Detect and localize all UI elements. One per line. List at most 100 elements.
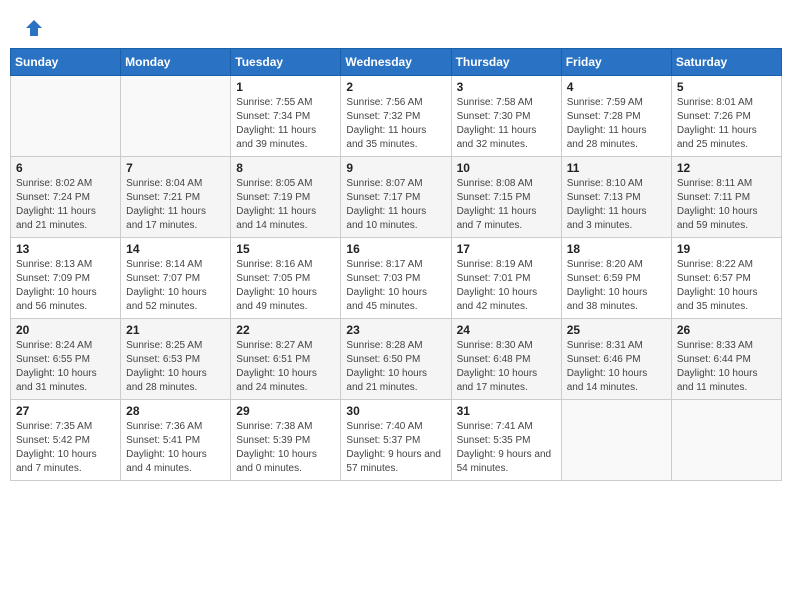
day-number: 31 — [457, 404, 556, 418]
calendar-cell: 17Sunrise: 8:19 AMSunset: 7:01 PMDayligh… — [451, 238, 561, 319]
day-number: 26 — [677, 323, 776, 337]
day-info: Sunrise: 8:17 AMSunset: 7:03 PMDaylight:… — [346, 258, 445, 314]
calendar-cell: 9 Sunrise: 8:07 AMSunset: 7:17 PMDaylight… — [341, 157, 451, 238]
calendar-cell: 23Sunrise: 8:28 AMSunset: 6:50 PMDayligh… — [341, 319, 451, 400]
day-number: 27 — [16, 404, 115, 418]
calendar-cell — [671, 400, 781, 481]
day-header-tuesday: Tuesday — [231, 49, 341, 76]
day-number: 22 — [236, 323, 335, 337]
day-number: 11 — [567, 161, 666, 175]
day-info: Sunrise: 7:56 AMSunset: 7:32 PMDaylight:… — [346, 96, 445, 152]
day-info: Sunrise: 8:31 AMSunset: 6:46 PMDaylight:… — [567, 339, 666, 395]
day-number: 14 — [126, 242, 225, 256]
calendar-cell: 19Sunrise: 8:22 AMSunset: 6:57 PMDayligh… — [671, 238, 781, 319]
day-number: 7 — [126, 161, 225, 175]
day-info: Sunrise: 8:07 AMSunset: 7:17 PMDaylight:… — [346, 177, 445, 233]
day-number: 28 — [126, 404, 225, 418]
calendar-cell: 18Sunrise: 8:20 AMSunset: 6:59 PMDayligh… — [561, 238, 671, 319]
calendar-cell: 3 Sunrise: 7:58 AMSunset: 7:30 PMDaylight… — [451, 76, 561, 157]
day-number: 23 — [346, 323, 445, 337]
day-info: Sunrise: 8:14 AMSunset: 7:07 PMDaylight:… — [126, 258, 225, 314]
day-number: 24 — [457, 323, 556, 337]
calendar-cell: 6 Sunrise: 8:02 AMSunset: 7:24 PMDaylight… — [11, 157, 121, 238]
day-info: Sunrise: 8:05 AMSunset: 7:19 PMDaylight:… — [236, 177, 335, 233]
calendar-cell: 1 Sunrise: 7:55 AMSunset: 7:34 PMDaylight… — [231, 76, 341, 157]
day-info: Sunrise: 8:02 AMSunset: 7:24 PMDaylight:… — [16, 177, 115, 233]
day-info: Sunrise: 7:36 AMSunset: 5:41 PMDaylight:… — [126, 420, 225, 476]
day-info: Sunrise: 8:13 AMSunset: 7:09 PMDaylight:… — [16, 258, 115, 314]
calendar-cell — [11, 76, 121, 157]
calendar-table: SundayMondayTuesdayWednesdayThursdayFrid… — [10, 48, 782, 481]
calendar-cell: 28 Sunrise: 7:36 AMSunset: 5:41 PMDayligh… — [121, 400, 231, 481]
day-info: Sunrise: 8:08 AMSunset: 7:15 PMDaylight:… — [457, 177, 556, 233]
day-header-wednesday: Wednesday — [341, 49, 451, 76]
day-number: 3 — [457, 80, 556, 94]
day-info: Sunrise: 8:22 AMSunset: 6:57 PMDaylight:… — [677, 258, 776, 314]
calendar-cell — [561, 400, 671, 481]
calendar-cell: 27 Sunrise: 7:35 AMSunset: 5:42 PMDayligh… — [11, 400, 121, 481]
day-number: 12 — [677, 161, 776, 175]
day-number: 6 — [16, 161, 115, 175]
calendar-cell: 13 Sunrise: 8:13 AMSunset: 7:09 PMDayligh… — [11, 238, 121, 319]
logo — [20, 18, 44, 38]
day-number: 20 — [16, 323, 115, 337]
calendar-cell: 4 Sunrise: 7:59 AMSunset: 7:28 PMDaylight… — [561, 76, 671, 157]
calendar-cell: 26 Sunrise: 8:33 AMSunset: 6:44 PMDayligh… — [671, 319, 781, 400]
calendar-cell: 15 Sunrise: 8:16 AMSunset: 7:05 PMDayligh… — [231, 238, 341, 319]
calendar-cell: 10Sunrise: 8:08 AMSunset: 7:15 PMDayligh… — [451, 157, 561, 238]
calendar-cell: 21 Sunrise: 8:25 AMSunset: 6:53 PMDayligh… — [121, 319, 231, 400]
day-info: Sunrise: 7:55 AMSunset: 7:34 PMDaylight:… — [236, 96, 335, 152]
day-number: 16 — [346, 242, 445, 256]
day-info: Sunrise: 7:38 AMSunset: 5:39 PMDaylight:… — [236, 420, 335, 476]
calendar-cell: 7 Sunrise: 8:04 AMSunset: 7:21 PMDaylight… — [121, 157, 231, 238]
day-number: 4 — [567, 80, 666, 94]
calendar-cell: 16 Sunrise: 8:17 AMSunset: 7:03 PMDayligh… — [341, 238, 451, 319]
calendar-week-1: 1 Sunrise: 7:55 AMSunset: 7:34 PMDaylight… — [11, 76, 782, 157]
day-info: Sunrise: 8:33 AMSunset: 6:44 PMDaylight:… — [677, 339, 776, 395]
day-number: 29 — [236, 404, 335, 418]
day-info: Sunrise: 8:19 AMSunset: 7:01 PMDaylight:… — [457, 258, 556, 314]
calendar-week-4: 20 Sunrise: 8:24 AMSunset: 6:55 PMDayligh… — [11, 319, 782, 400]
calendar-cell: 29 Sunrise: 7:38 AMSunset: 5:39 PMDayligh… — [231, 400, 341, 481]
calendar-cell: 31 Sunrise: 7:41 AMSunset: 5:35 PMDayligh… — [451, 400, 561, 481]
calendar-week-5: 27 Sunrise: 7:35 AMSunset: 5:42 PMDayligh… — [11, 400, 782, 481]
day-info: Sunrise: 8:16 AMSunset: 7:05 PMDaylight:… — [236, 258, 335, 314]
day-header-sunday: Sunday — [11, 49, 121, 76]
day-number: 15 — [236, 242, 335, 256]
day-number: 13 — [16, 242, 115, 256]
day-info: Sunrise: 8:10 AMSunset: 7:13 PMDaylight:… — [567, 177, 666, 233]
day-header-friday: Friday — [561, 49, 671, 76]
day-info: Sunrise: 8:24 AMSunset: 6:55 PMDaylight:… — [16, 339, 115, 395]
day-number: 21 — [126, 323, 225, 337]
day-info: Sunrise: 7:59 AMSunset: 7:28 PMDaylight:… — [567, 96, 666, 152]
day-number: 1 — [236, 80, 335, 94]
calendar-cell: 22 Sunrise: 8:27 AMSunset: 6:51 PMDayligh… — [231, 319, 341, 400]
day-info: Sunrise: 8:01 AMSunset: 7:26 PMDaylight:… — [677, 96, 776, 152]
day-info: Sunrise: 8:27 AMSunset: 6:51 PMDaylight:… — [236, 339, 335, 395]
day-number: 9 — [346, 161, 445, 175]
calendar-cell: 20 Sunrise: 8:24 AMSunset: 6:55 PMDayligh… — [11, 319, 121, 400]
day-info: Sunrise: 7:41 AMSunset: 5:35 PMDaylight:… — [457, 420, 556, 476]
calendar-cell: 8 Sunrise: 8:05 AMSunset: 7:19 PMDaylight… — [231, 157, 341, 238]
day-header-thursday: Thursday — [451, 49, 561, 76]
calendar-header-row: SundayMondayTuesdayWednesdayThursdayFrid… — [11, 49, 782, 76]
day-number: 18 — [567, 242, 666, 256]
day-info: Sunrise: 7:58 AMSunset: 7:30 PMDaylight:… — [457, 96, 556, 152]
day-info: Sunrise: 8:25 AMSunset: 6:53 PMDaylight:… — [126, 339, 225, 395]
day-number: 30 — [346, 404, 445, 418]
logo-icon — [24, 18, 44, 38]
day-header-monday: Monday — [121, 49, 231, 76]
calendar-week-3: 13 Sunrise: 8:13 AMSunset: 7:09 PMDayligh… — [11, 238, 782, 319]
day-info: Sunrise: 8:11 AMSunset: 7:11 PMDaylight:… — [677, 177, 776, 233]
calendar-cell: 14 Sunrise: 8:14 AMSunset: 7:07 PMDayligh… — [121, 238, 231, 319]
day-number: 2 — [346, 80, 445, 94]
calendar-cell: 30Sunrise: 7:40 AMSunset: 5:37 PMDayligh… — [341, 400, 451, 481]
day-info: Sunrise: 7:35 AMSunset: 5:42 PMDaylight:… — [16, 420, 115, 476]
calendar-cell: 24Sunrise: 8:30 AMSunset: 6:48 PMDayligh… — [451, 319, 561, 400]
calendar-week-2: 6 Sunrise: 8:02 AMSunset: 7:24 PMDaylight… — [11, 157, 782, 238]
page-header — [10, 10, 782, 42]
day-header-saturday: Saturday — [671, 49, 781, 76]
calendar-cell: 2 Sunrise: 7:56 AMSunset: 7:32 PMDaylight… — [341, 76, 451, 157]
day-info: Sunrise: 8:04 AMSunset: 7:21 PMDaylight:… — [126, 177, 225, 233]
day-number: 8 — [236, 161, 335, 175]
